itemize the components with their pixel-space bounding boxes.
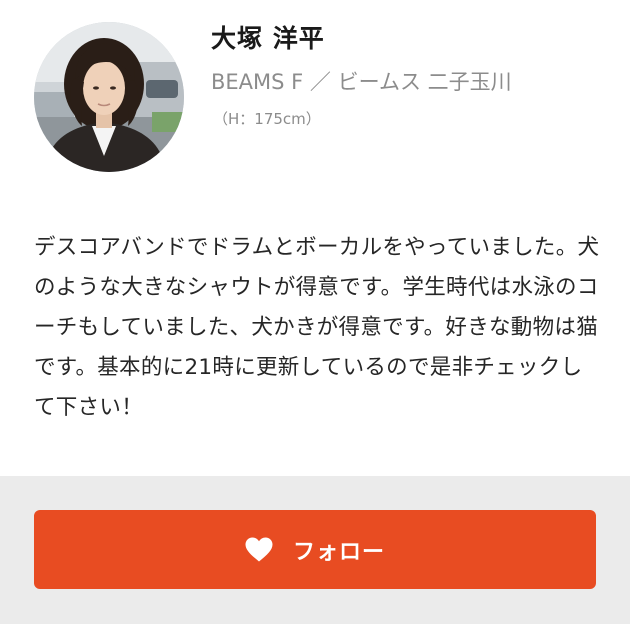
follow-footer: フォロー [0, 476, 630, 624]
follow-button[interactable]: フォロー [34, 510, 596, 589]
profile-card: 大塚 洋平 BEAMS F ／ ビームス 二子玉川 （H：175cm） デスコア… [0, 0, 630, 476]
staff-height: （H：175cm） [213, 110, 321, 128]
staff-profile-page: 大塚 洋平 BEAMS F ／ ビームス 二子玉川 （H：175cm） デスコア… [0, 0, 630, 624]
avatar [34, 22, 184, 172]
staff-shop-link[interactable]: BEAMS F ／ ビームス 二子玉川 [211, 66, 512, 96]
follow-button-label: フォロー [292, 538, 385, 564]
staff-bio: デスコアバンドでドラムとボーカルをやっていました。犬のような大きなシャウトが得意… [34, 235, 600, 420]
heart-icon [245, 537, 273, 562]
avatar-photo [34, 22, 184, 172]
staff-name: 大塚 洋平 [211, 24, 325, 53]
